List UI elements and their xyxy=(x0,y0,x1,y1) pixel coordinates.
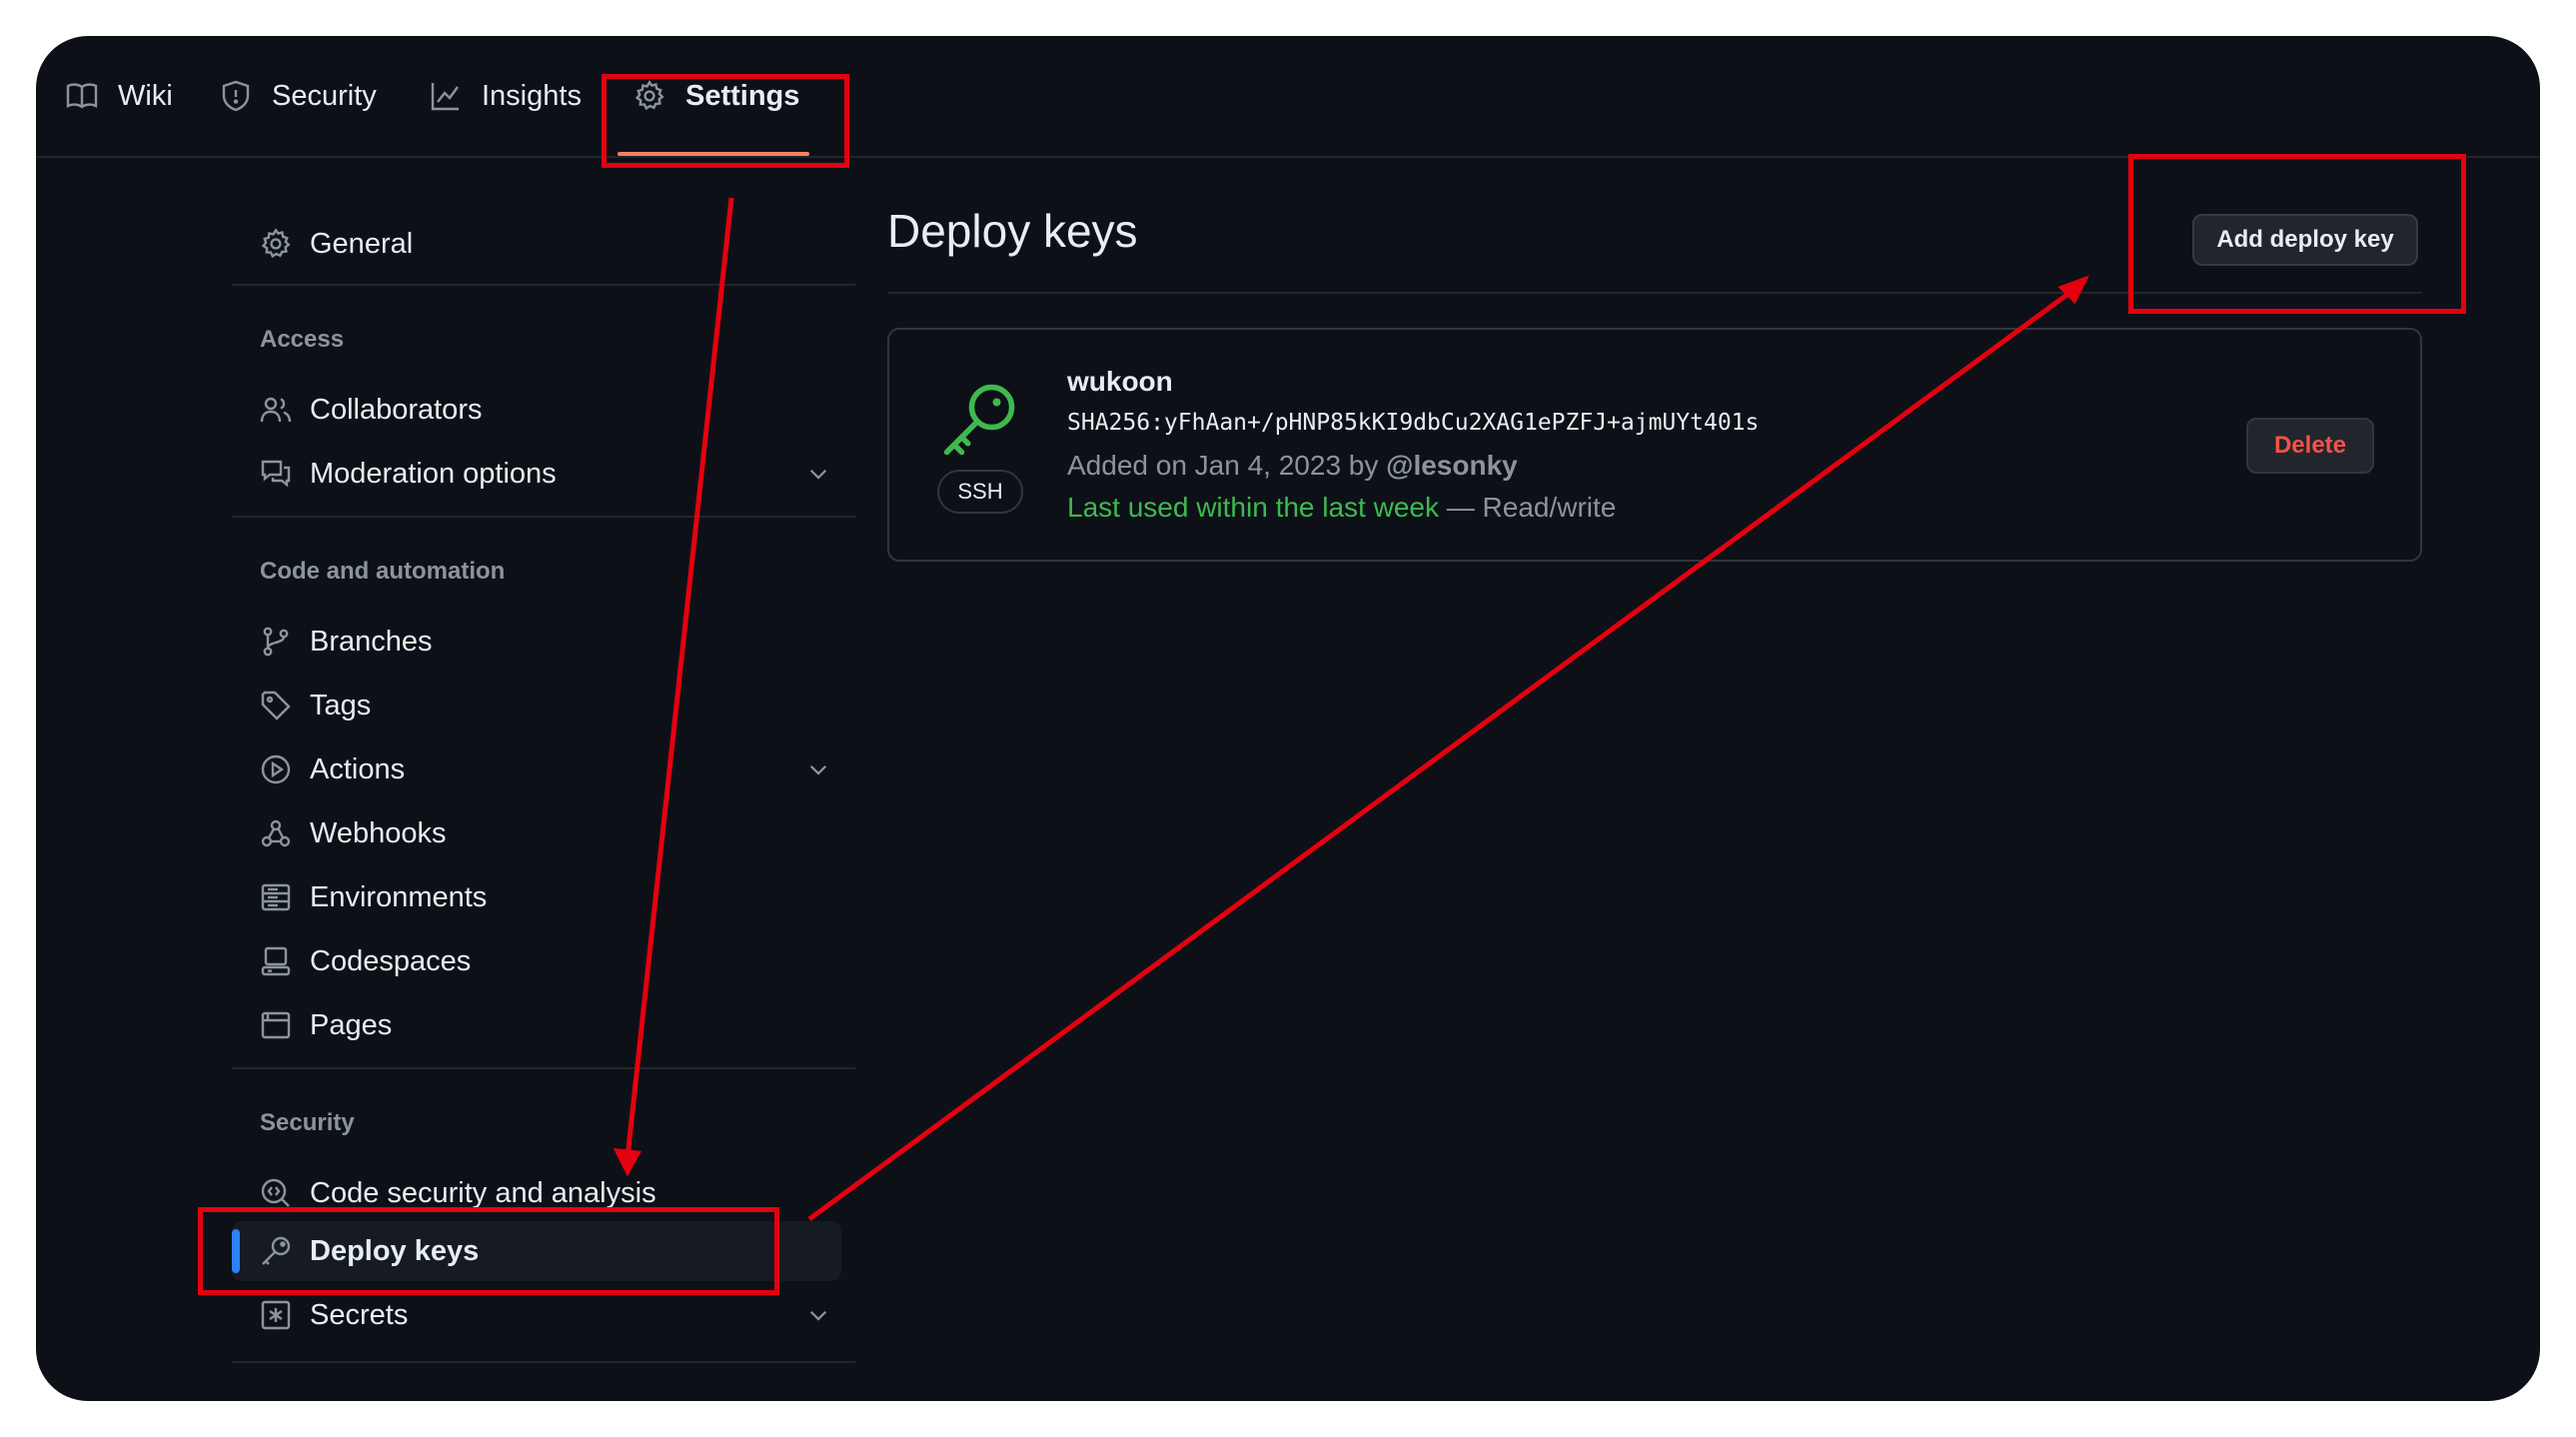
gear-icon xyxy=(261,228,291,259)
sidebar-item-label: Branches xyxy=(310,625,433,658)
sidebar-item-label: Webhooks xyxy=(310,816,447,849)
sidebar-item-label: Pages xyxy=(310,1008,393,1041)
sidebar-item-branches[interactable]: Branches xyxy=(232,616,831,668)
sidebar-item-webhooks[interactable]: Webhooks xyxy=(232,807,831,859)
comment-discussion-icon xyxy=(261,460,291,488)
delete-key-button[interactable]: Delete xyxy=(2246,418,2374,474)
sidebar-divider xyxy=(232,1067,855,1069)
chevron-down-icon[interactable] xyxy=(805,756,831,782)
server-icon xyxy=(261,883,291,911)
sidebar-divider xyxy=(232,516,855,518)
key-icon xyxy=(943,384,1015,456)
webhook-icon xyxy=(261,819,291,847)
sidebar-heading-security: Security xyxy=(260,1109,355,1136)
tab-label: Security xyxy=(272,79,377,112)
sidebar-item-tags[interactable]: Tags xyxy=(232,680,831,731)
sidebar-item-label: Codespaces xyxy=(310,944,472,977)
deploy-key-item: SSH wukoon SHA256:yFhAan+/pHNP85kKI9dbCu… xyxy=(887,328,2422,562)
key-type-badge: SSH xyxy=(937,470,1023,514)
codescan-icon xyxy=(261,1178,290,1207)
sidebar-item-collaborators[interactable]: Collaborators xyxy=(232,384,831,436)
sidebar-divider xyxy=(232,1361,855,1363)
browser-icon xyxy=(261,1011,291,1039)
sidebar-item-label: Actions xyxy=(310,752,406,785)
sidebar-heading-code-automation: Code and automation xyxy=(260,558,506,585)
sidebar-item-label: Code security and analysis xyxy=(310,1176,656,1209)
chevron-down-icon[interactable] xyxy=(805,461,831,487)
sidebar-divider xyxy=(232,284,855,286)
sidebar-item-secrets[interactable]: Secrets xyxy=(232,1289,831,1341)
sidebar-item-label: Moderation options xyxy=(310,457,557,490)
sidebar-item-pages[interactable]: Pages xyxy=(232,999,831,1051)
sidebar-item-general[interactable]: General xyxy=(232,218,831,270)
sidebar-item-label: General xyxy=(310,227,414,260)
sidebar-item-moderation-options[interactable]: Moderation options xyxy=(232,448,831,500)
key-title: wukoon xyxy=(1067,366,1173,397)
key-usage-info: Last used within the last week — Read/wr… xyxy=(1067,492,1616,524)
highlight-box-deploy-keys xyxy=(198,1207,779,1295)
key-added-info: Added on Jan 4, 2023 by @lesonky xyxy=(1067,450,1518,482)
graph-icon xyxy=(431,83,459,111)
added-by-user-link[interactable]: @lesonky xyxy=(1386,450,1518,481)
codespaces-icon xyxy=(261,946,291,976)
tab-label: Wiki xyxy=(118,79,173,112)
key-fingerprint: SHA256:yFhAan+/pHNP85kKI9dbCu2XAG1ePZFJ+… xyxy=(1067,410,1760,436)
sidebar-item-codespaces[interactable]: Codespaces xyxy=(232,935,831,987)
tab-security[interactable]: Security xyxy=(220,36,377,156)
sidebar-item-environments[interactable]: Environments xyxy=(232,871,831,923)
sidebar-item-label: Tags xyxy=(310,689,372,721)
highlight-box-settings xyxy=(602,74,849,168)
sidebar-item-label: Environments xyxy=(310,880,488,913)
access-level-text: — Read/write xyxy=(1446,492,1617,523)
chevron-down-icon[interactable] xyxy=(805,1302,831,1328)
tab-insights[interactable]: Insights xyxy=(430,36,582,156)
sidebar-heading-access: Access xyxy=(260,326,345,353)
highlight-box-add-key xyxy=(2128,154,2466,314)
tag-icon xyxy=(261,691,291,720)
people-icon xyxy=(260,397,292,423)
play-icon xyxy=(261,754,291,784)
git-branch-icon xyxy=(263,627,289,657)
tab-label: Insights xyxy=(482,79,582,112)
last-used-text: Last used within the last week xyxy=(1067,492,1439,523)
repo-tab-nav: Wiki Security Insights Settings xyxy=(36,36,2540,158)
added-date-text: Added on Jan 4, 2023 by xyxy=(1067,450,1379,481)
sidebar-item-label: Collaborators xyxy=(310,393,483,426)
sidebar-item-label: Secrets xyxy=(310,1298,409,1331)
sidebar-item-actions[interactable]: Actions xyxy=(232,743,831,795)
tab-wiki[interactable]: Wiki xyxy=(66,36,173,156)
secret-icon xyxy=(261,1300,291,1330)
page-title: Deploy keys xyxy=(887,205,1138,257)
shield-icon xyxy=(222,80,250,112)
book-icon xyxy=(66,83,98,109)
